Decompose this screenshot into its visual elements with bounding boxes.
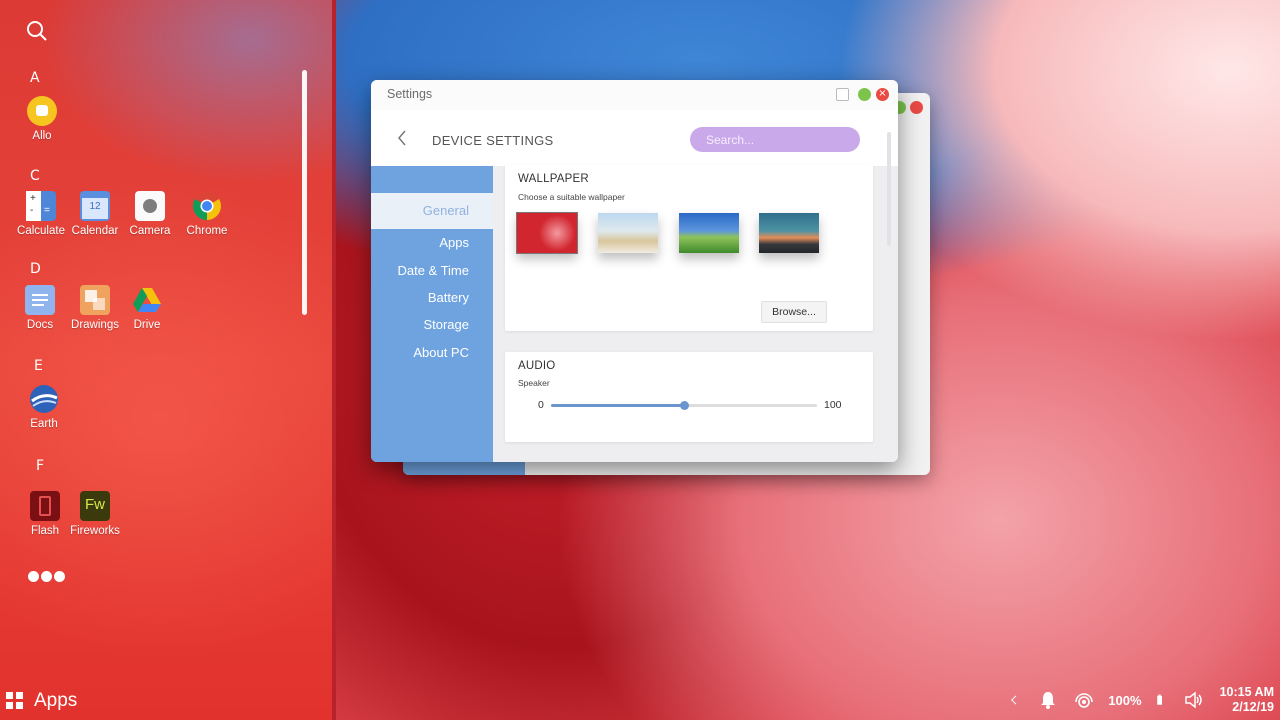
app-calculate[interactable]: + - = Calculate (11, 191, 71, 237)
app-calendar[interactable]: 12 Calendar (65, 191, 125, 237)
slider-max-label: 100 (824, 399, 842, 411)
allo-icon (27, 96, 57, 126)
launcher-scrollbar[interactable] (302, 70, 307, 315)
sidebar-item-general[interactable]: General (423, 203, 469, 218)
clock-date: 2/12/19 (1232, 700, 1274, 714)
settings-sidebar: General Apps Date & Time Battery Storage… (371, 166, 493, 462)
flash-icon (30, 491, 60, 521)
speaker-volume-slider[interactable] (551, 401, 817, 410)
battery-icon[interactable] (1156, 690, 1168, 710)
window-title: Settings (387, 87, 433, 101)
wallpaper-thumb-field[interactable] (679, 213, 739, 253)
clock[interactable]: 10:15 AM 2/12/19 (1220, 685, 1274, 715)
volume-icon[interactable] (1184, 690, 1204, 710)
camera-icon (135, 191, 165, 221)
section-letter-a: A (30, 70, 40, 86)
more-apps-button[interactable] (28, 567, 70, 582)
bell-icon[interactable] (1038, 690, 1058, 710)
page-title: DEVICE SETTINGS (432, 133, 554, 148)
slider-fill (551, 404, 684, 407)
chevron-left-icon[interactable] (1010, 690, 1022, 710)
slider-min-label: 0 (538, 399, 544, 411)
settings-header: DEVICE SETTINGS (371, 110, 898, 166)
app-drawings[interactable]: Drawings (65, 285, 125, 331)
wallpaper-card: WALLPAPER Choose a suitable wallpaper Br… (505, 165, 873, 331)
wifi-icon[interactable] (1074, 690, 1094, 710)
section-letter-d: D (30, 261, 41, 277)
settings-window: Settings × DEVICE SETTINGS General Apps … (371, 80, 898, 462)
app-fireworks[interactable]: Fw Fireworks (65, 491, 125, 537)
wallpaper-thumb-red[interactable] (516, 212, 578, 254)
wallpaper-thumb-town[interactable] (598, 213, 658, 253)
app-chrome[interactable]: Chrome (177, 191, 237, 237)
search-input[interactable] (690, 127, 860, 152)
close-button[interactable]: × (876, 88, 889, 101)
sidebar-item-storage[interactable]: Storage (423, 317, 469, 332)
wallpaper-title: WALLPAPER (518, 173, 589, 185)
battery-percent: 100% (1108, 692, 1142, 708)
audio-card: AUDIO Speaker 0 100 (505, 352, 873, 442)
clock-time: 10:15 AM (1219, 685, 1274, 699)
minimize-button[interactable] (858, 88, 871, 101)
apps-button[interactable]: Apps (6, 688, 77, 714)
close-button-back[interactable] (910, 101, 923, 114)
settings-content: WALLPAPER Choose a suitable wallpaper Br… (493, 165, 898, 462)
section-letter-e: E (34, 358, 43, 374)
back-chevron-icon[interactable] (397, 130, 407, 146)
fireworks-icon: Fw (80, 491, 110, 521)
browse-button[interactable]: Browse... (761, 301, 827, 323)
app-allo[interactable]: Allo (12, 96, 72, 142)
calculator-icon: + - = (26, 191, 56, 221)
speaker-label: Speaker (518, 378, 550, 388)
chrome-icon (193, 192, 221, 220)
grid-icon (6, 692, 24, 710)
drive-icon (133, 288, 161, 312)
calendar-icon: 12 (80, 191, 110, 221)
resize-icon[interactable] (836, 88, 849, 101)
section-letter-c: C (30, 168, 40, 184)
sidebar-item-battery[interactable]: Battery (428, 290, 469, 305)
app-earth[interactable]: Earth (14, 384, 74, 430)
section-letter-f: F (36, 458, 45, 474)
apps-label: Apps (34, 690, 78, 711)
app-launcher-panel: A C D E F Allo + - = Calculate 12 Calend… (0, 0, 336, 720)
system-tray: 100% 10:15 AM 2/12/19 (1002, 684, 1274, 716)
title-bar[interactable]: Settings × (371, 80, 898, 110)
docs-icon (25, 285, 55, 315)
search-icon[interactable] (26, 20, 48, 42)
wallpaper-subtitle: Choose a suitable wallpaper (518, 192, 625, 202)
content-scrollbar[interactable] (887, 132, 891, 246)
sidebar-item-apps[interactable]: Apps (439, 235, 469, 250)
app-docs[interactable]: Docs (10, 285, 70, 331)
drawings-icon (80, 285, 110, 315)
sidebar-item-about-pc[interactable]: About PC (413, 345, 469, 360)
wallpaper-thumb-sunset[interactable] (759, 213, 819, 253)
audio-title: AUDIO (518, 360, 556, 372)
app-drive[interactable]: Drive (117, 285, 177, 331)
app-camera[interactable]: Camera (120, 191, 180, 237)
sidebar-item-date-time[interactable]: Date & Time (397, 263, 469, 278)
earth-icon (30, 385, 58, 413)
slider-handle[interactable] (680, 401, 689, 410)
